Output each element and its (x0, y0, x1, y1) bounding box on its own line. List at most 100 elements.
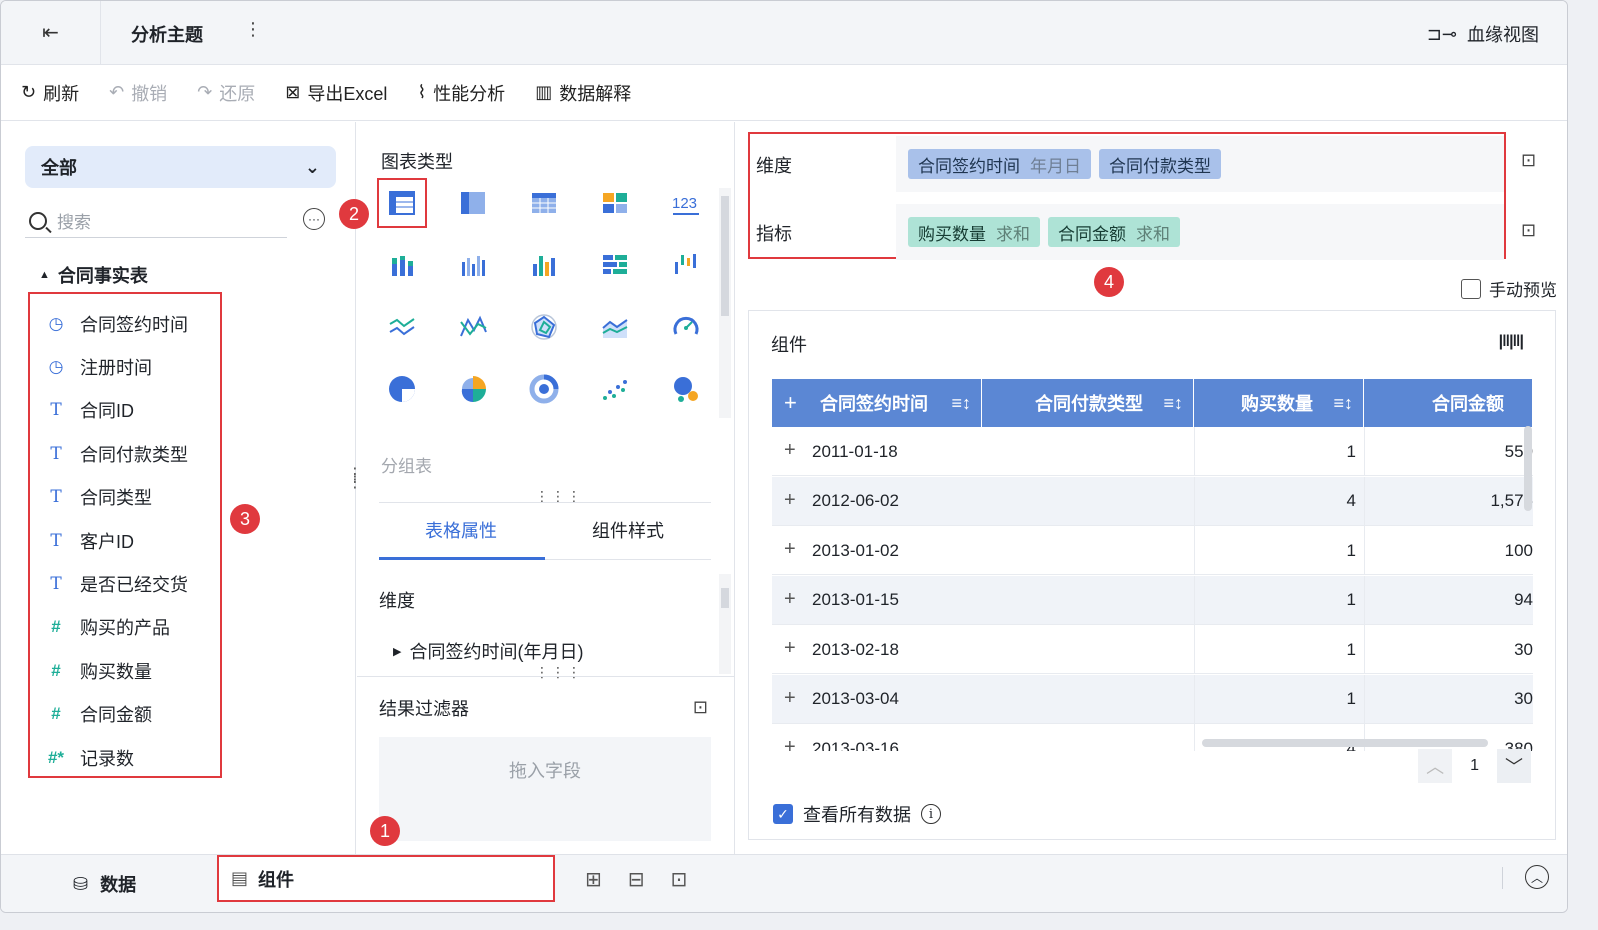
metric-settings-icon[interactable]: ⊡ (1521, 220, 1536, 241)
column-header[interactable]: 合同付款类型 ≡↕ (982, 379, 1194, 427)
expand-row-icon[interactable]: + (784, 439, 796, 462)
expand-row-icon[interactable]: + (784, 736, 796, 751)
redo-button[interactable]: ↷ 还原 (197, 80, 255, 106)
refresh-button[interactable]: ↻ 刷新 (21, 80, 79, 106)
data-explain-button[interactable]: ▥ 数据解释 (535, 80, 631, 106)
metric-pill[interactable]: 合同金额 求和 (1048, 217, 1180, 247)
table-vertical-scrollbar[interactable] (1524, 426, 1532, 511)
manual-preview-toggle[interactable]: 手动预览 (1461, 276, 1557, 301)
tab-table-properties[interactable]: 表格属性 (425, 517, 497, 543)
component-tab[interactable]: ▤ 组件 (217, 855, 555, 902)
performance-analysis-button[interactable]: ⌇ 性能分析 (417, 80, 505, 106)
pill-name: 合同金额 (1058, 224, 1126, 244)
field-item[interactable]: ◷ 合同签约时间 (30, 302, 220, 345)
sort-icon[interactable]: ≡↕ (1333, 393, 1353, 414)
export-excel-button[interactable]: ⊠ 导出Excel (285, 80, 387, 106)
field-item[interactable]: T 客户ID (30, 519, 220, 562)
table-row[interactable]: +2013-02-18 1 30 (772, 625, 1533, 674)
dimension-pill[interactable]: 合同付款类型 (1099, 149, 1221, 179)
info-icon[interactable]: i (921, 804, 941, 824)
add-component-icon[interactable]: ⊞ (585, 867, 602, 892)
cross-table-icon[interactable] (448, 178, 498, 228)
table-row[interactable]: +2012-06-02 4 1,576 (772, 476, 1533, 526)
number-icon[interactable]: 123 (661, 178, 711, 228)
field-item[interactable]: T 合同类型 (30, 476, 220, 519)
dimension-pill[interactable]: 合同签约时间 年月日 (908, 149, 1091, 179)
multi-column-icon[interactable] (519, 240, 569, 290)
field-item[interactable]: #* 记录数 (30, 736, 220, 779)
line-chart-icon[interactable] (377, 302, 427, 352)
add-report-icon[interactable]: ⊡ (671, 867, 688, 892)
app-window: ⇤ 分析主题 ⋮ ⊐⊸ 血缘视图 ↻ 刷新 ↶ 撤销 ↷ 还原 ⊠ 导出Excel ⌇ 性… (0, 0, 1568, 913)
search-input[interactable]: 搜索 (25, 204, 287, 238)
grouped-table-icon[interactable] (377, 178, 427, 228)
ring-chart-icon[interactable] (519, 364, 569, 414)
exit-icon[interactable]: ⇤ (1, 1, 101, 64)
manual-preview-checkbox[interactable] (1461, 278, 1481, 299)
expand-row-icon[interactable]: + (784, 538, 796, 561)
page-up-button[interactable]: ︿ (1418, 749, 1453, 783)
table-row[interactable]: +2013-01-02 1 100 (772, 526, 1533, 575)
barcode-icon[interactable]: |‖|‖| (1499, 333, 1524, 351)
pie-chart-icon[interactable] (377, 364, 427, 414)
tab-component-style[interactable]: 组件样式 (592, 517, 664, 543)
column-header[interactable]: 购买数量 ≡↕ (1194, 379, 1364, 427)
expand-all-icon[interactable]: + (784, 390, 797, 416)
gauge-icon[interactable] (661, 302, 711, 352)
table-row[interactable]: +2013-03-04 1 30 (772, 674, 1533, 724)
area-chart-icon[interactable] (590, 302, 640, 352)
column-header[interactable]: 合同金额 (1364, 379, 1533, 427)
field-item[interactable]: T 是否已经交货 (30, 562, 220, 605)
expand-row-icon[interactable]: + (784, 687, 796, 710)
more-options-icon[interactable]: ··· (303, 208, 325, 230)
resize-handle[interactable]: ⋮ ⋮ (347, 467, 363, 491)
table-horizontal-scrollbar[interactable] (1202, 739, 1488, 747)
dimension-drop-zone[interactable]: 合同签约时间 年月日 合同付款类型 (896, 136, 1504, 192)
add-dashboard-icon[interactable]: ⊟ (628, 867, 645, 892)
detail-table-icon[interactable] (519, 178, 569, 228)
dimension-settings-icon[interactable]: ⊡ (1521, 150, 1536, 171)
metric-drop-zone[interactable]: 购买数量 求和 合同金额 求和 (896, 204, 1504, 260)
expand-row-icon[interactable]: + (784, 637, 796, 660)
sort-icon[interactable]: ≡↕ (951, 393, 971, 414)
field-item[interactable]: T 合同付款类型 (30, 432, 220, 475)
column-chart-icon[interactable] (448, 240, 498, 290)
kpi-card-icon[interactable] (590, 178, 640, 228)
view-all-data[interactable]: ✓ 查看所有数据 i (773, 801, 941, 827)
expand-row-icon[interactable]: + (784, 588, 796, 611)
multi-line-icon[interactable] (448, 302, 498, 352)
bubble-chart-icon[interactable] (661, 364, 711, 414)
metric-pill[interactable]: 购买数量 求和 (908, 217, 1040, 247)
more-menu-icon[interactable]: ⋮ (244, 19, 262, 40)
field-item[interactable]: T 合同ID (30, 389, 220, 432)
sort-icon[interactable]: ≡↕ (1163, 393, 1183, 414)
radar-chart-icon[interactable] (519, 302, 569, 352)
rose-chart-icon[interactable] (448, 364, 498, 414)
bar-chart-icon[interactable] (590, 240, 640, 290)
field-item[interactable]: # 购买的产品 (30, 606, 220, 649)
stacked-column-icon[interactable] (377, 240, 427, 290)
view-all-label: 查看所有数据 (803, 805, 911, 825)
filter-drop-zone[interactable]: 拖入字段 (379, 737, 711, 841)
scatter-chart-icon[interactable] (590, 364, 640, 414)
field-item[interactable]: ◷ 注册时间 (30, 345, 220, 388)
data-tab[interactable]: ⛁ 数据 (73, 871, 136, 897)
page-down-button[interactable]: ﹀ (1497, 749, 1531, 783)
undo-button[interactable]: ↶ 撤销 (109, 80, 167, 106)
waterfall-icon[interactable] (661, 240, 711, 290)
table-node[interactable]: ▲ 合同事实表 (39, 262, 148, 288)
chart-types-scrollbar[interactable] (719, 188, 731, 418)
filter-settings-icon[interactable]: ⊡ (693, 697, 708, 718)
table-row[interactable]: +2011-01-18 1 550 (772, 427, 1533, 476)
column-header[interactable]: + 合同签约时间 ≡↕ (772, 379, 982, 427)
scope-dropdown[interactable]: 全部 ⌄ (25, 146, 336, 188)
expand-row-icon[interactable]: + (784, 489, 796, 512)
table-row[interactable]: +2013-01-15 1 94 (772, 575, 1533, 625)
lineage-view-button[interactable]: ⊐⊸ 血缘视图 (1427, 21, 1539, 47)
view-all-checkbox[interactable]: ✓ (773, 804, 793, 824)
collapse-icon[interactable]: ︿ (1525, 865, 1549, 889)
field-item[interactable]: # 购买数量 (30, 649, 220, 692)
field-item[interactable]: # 合同金额 (30, 693, 220, 736)
dimension-tree-item[interactable]: ▶ 合同签约时间(年月日) (393, 638, 583, 664)
properties-scrollbar[interactable] (719, 574, 731, 674)
